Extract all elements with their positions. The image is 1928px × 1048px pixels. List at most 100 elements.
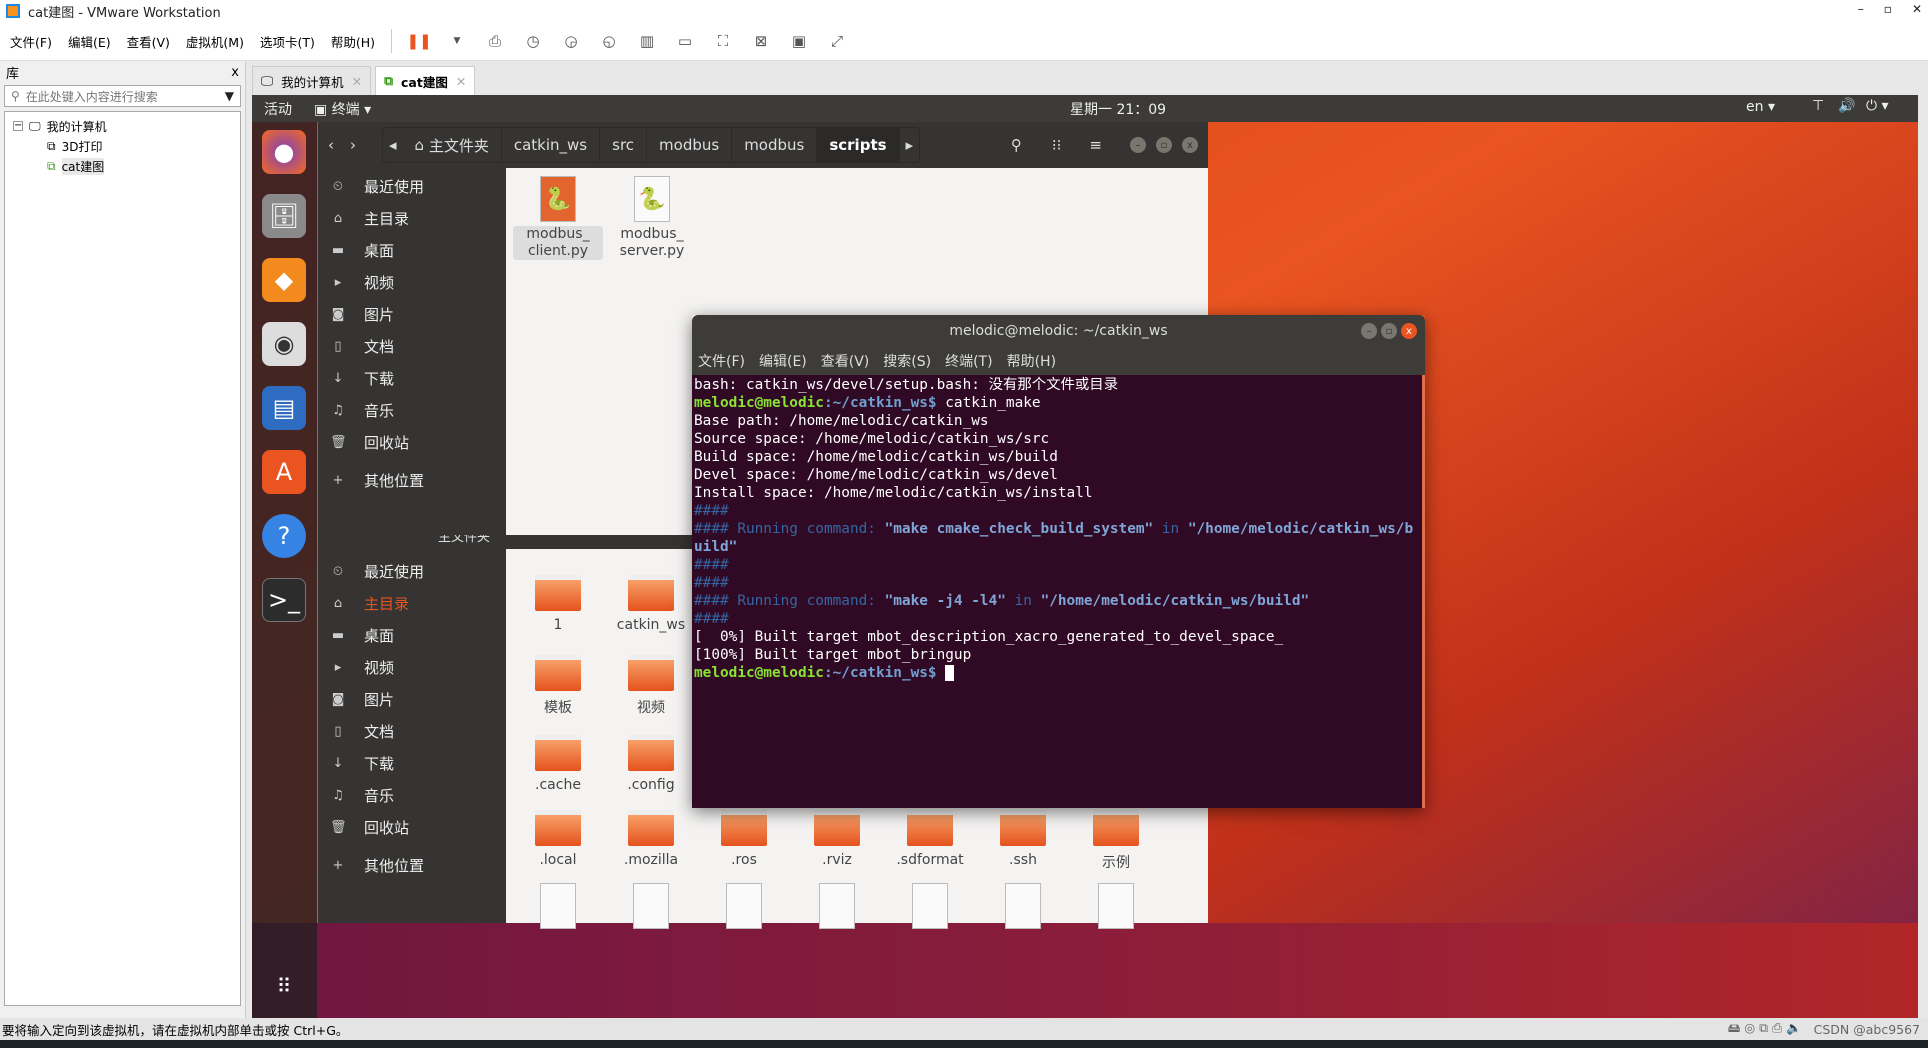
device-icons[interactable]: 🖴 ◎ ⧉ ⎙ 🔈 bbox=[1728, 1019, 1802, 1040]
file-item[interactable] bbox=[885, 883, 975, 929]
firefox-icon[interactable]: ● bbox=[262, 130, 306, 174]
sidebar-item-documents[interactable]: ▯ 文档 bbox=[318, 715, 506, 747]
sidebar-item-videos[interactable]: ▸ 视频 bbox=[318, 651, 506, 683]
sidebar-item-documents[interactable]: ▯ 文档 bbox=[318, 330, 506, 362]
tree-item-3d-print[interactable]: ⧉ 3D打印 bbox=[13, 136, 232, 156]
file-item[interactable] bbox=[1071, 883, 1161, 929]
clock[interactable]: 星期一 21：09 bbox=[1070, 99, 1166, 119]
search-button[interactable]: ⚲ bbox=[1011, 136, 1022, 154]
minimize-button[interactable]: – bbox=[1858, 2, 1864, 16]
file-item[interactable] bbox=[606, 883, 696, 929]
snapshot-icon[interactable]: ◷ bbox=[522, 30, 544, 52]
activities-button[interactable]: 活动 bbox=[264, 99, 292, 119]
folder-item[interactable]: 视频 bbox=[606, 655, 696, 717]
folder-item[interactable]: .mozilla bbox=[606, 810, 696, 868]
menu-view[interactable]: 查看(V) bbox=[127, 32, 170, 51]
menu-button[interactable]: ≡ bbox=[1089, 136, 1102, 154]
help-icon[interactable]: ? bbox=[262, 514, 306, 558]
file-item[interactable]: 🐍 modbus_ client.py bbox=[513, 176, 603, 260]
sidebar-item-music[interactable]: ♫ 音乐 bbox=[318, 779, 506, 811]
maximize-button[interactable]: ▫ bbox=[1884, 2, 1892, 16]
language-menu[interactable]: en ▾ bbox=[1746, 99, 1775, 115]
file-item[interactable] bbox=[978, 883, 1068, 929]
breadcrumb-item[interactable]: modbus bbox=[732, 128, 818, 162]
folder-item[interactable]: .ssh bbox=[978, 810, 1068, 868]
menu-tabs[interactable]: 选项卡(T) bbox=[260, 32, 315, 51]
terminal-output[interactable]: bash: catkin_ws/devel/setup.bash: 没有那个文件… bbox=[692, 375, 1425, 808]
sidebar-item-other-locations[interactable]: + 其他位置 bbox=[318, 849, 506, 881]
sidebar-item-home[interactable]: ⌂ 主目录 bbox=[318, 587, 506, 619]
maximize-button[interactable]: ▫ bbox=[1156, 137, 1172, 153]
tab-cat-map[interactable]: ⧉ cat建图 ✕ bbox=[375, 66, 476, 95]
close-button[interactable]: ✕ bbox=[1912, 2, 1922, 16]
installer-icon[interactable]: ◆ bbox=[262, 258, 306, 302]
folder-item[interactable]: .ros bbox=[699, 810, 789, 868]
breadcrumb-item[interactable]: src bbox=[600, 128, 648, 162]
view-toggle-button[interactable]: ⁝⁝ bbox=[1052, 136, 1062, 154]
tab-my-computer[interactable]: 🖵 我的计算机 ✕ bbox=[252, 66, 372, 95]
folder-item[interactable]: .sdformat bbox=[885, 810, 975, 868]
file-item[interactable] bbox=[699, 883, 789, 929]
menu-vm[interactable]: 虚拟机(M) bbox=[186, 32, 244, 51]
libreoffice-writer-icon[interactable]: ▤ bbox=[262, 386, 306, 430]
folder-item[interactable]: .local bbox=[513, 810, 603, 868]
sidebar-item-music[interactable]: ♫ 音乐 bbox=[318, 394, 506, 426]
menu-edit[interactable]: 编辑(E) bbox=[68, 32, 111, 51]
show-library-icon[interactable]: ▥ bbox=[636, 30, 658, 52]
sidebar-item-desktop[interactable]: ▬ 桌面 bbox=[318, 234, 506, 266]
files-icon[interactable]: 🗄 bbox=[262, 194, 306, 238]
menu-file[interactable]: 文件(F) bbox=[698, 351, 745, 371]
sidebar-item-pictures[interactable]: ◙ 图片 bbox=[318, 683, 506, 715]
sidebar-item-recent[interactable]: ⏲ 最近使用 bbox=[318, 170, 506, 202]
sidebar-item-downloads[interactable]: ↓ 下载 bbox=[318, 362, 506, 394]
chevron-down-icon[interactable]: ▼ bbox=[225, 89, 234, 103]
sidebar-item-trash[interactable]: 🗑 回收站 bbox=[318, 811, 506, 843]
software-center-icon[interactable]: A bbox=[262, 450, 306, 494]
folder-item[interactable]: .config bbox=[606, 735, 696, 793]
menu-help[interactable]: 帮助(H) bbox=[1007, 351, 1056, 371]
back-button[interactable]: ‹ bbox=[328, 136, 334, 154]
folder-item[interactable]: .rviz bbox=[792, 810, 882, 868]
revert-snapshot-icon[interactable]: ◶ bbox=[560, 30, 582, 52]
minimize-button[interactable]: – bbox=[1130, 137, 1146, 153]
console-view-icon[interactable]: ▣ bbox=[788, 30, 810, 52]
send-ctrl-alt-del-icon[interactable]: ⎙ bbox=[484, 30, 506, 52]
close-button[interactable]: x bbox=[1182, 137, 1198, 153]
folder-item[interactable]: 1 bbox=[513, 575, 603, 633]
sidebar-item-other-locations[interactable]: + 其他位置 bbox=[318, 464, 506, 496]
power-icon[interactable]: ⏻ ▾ bbox=[1866, 98, 1889, 114]
menu-edit[interactable]: 编辑(E) bbox=[759, 351, 807, 371]
breadcrumb-item[interactable]: scripts bbox=[817, 128, 900, 162]
menu-terminal[interactable]: 终端(T) bbox=[945, 351, 992, 371]
tree-item-my-computer[interactable]: − 🖵 我的计算机 bbox=[13, 116, 232, 136]
snapshot-manager-icon[interactable]: ◵ bbox=[598, 30, 620, 52]
close-button[interactable]: x bbox=[1401, 323, 1417, 339]
breadcrumb-item[interactable]: ⌂ 主文件夹 bbox=[403, 128, 502, 162]
file-item[interactable] bbox=[513, 883, 603, 929]
library-search-input[interactable]: ⚲ 在此处键入内容进行搜索 ▼ bbox=[4, 85, 241, 107]
folder-item[interactable]: catkin_ws bbox=[606, 575, 696, 633]
thumbnail-bar-icon[interactable]: ▭ bbox=[674, 30, 696, 52]
unity-icon[interactable]: ⊠ bbox=[750, 30, 772, 52]
library-close-button[interactable]: x bbox=[231, 65, 239, 80]
forward-button[interactable]: › bbox=[350, 136, 356, 154]
sidebar-item-home[interactable]: ⌂ 主目录 bbox=[318, 202, 506, 234]
breadcrumb-home[interactable]: 主文件夹 bbox=[438, 535, 490, 545]
file-item[interactable]: 🐍 modbus_ server.py bbox=[607, 176, 697, 260]
fullscreen-icon[interactable]: ⛶ bbox=[712, 30, 734, 52]
menu-view[interactable]: 查看(V) bbox=[821, 351, 870, 371]
sidebar-item-trash[interactable]: 🗑 回收站 bbox=[318, 426, 506, 458]
sidebar-item-recent[interactable]: ⏲ 最近使用 bbox=[318, 555, 506, 587]
folder-item[interactable]: .cache bbox=[513, 735, 603, 793]
tab-close-icon[interactable]: ✕ bbox=[352, 74, 362, 89]
breadcrumb-left-arrow[interactable]: ◂ bbox=[383, 136, 403, 154]
sidebar-item-downloads[interactable]: ↓ 下载 bbox=[318, 747, 506, 779]
sidebar-item-videos[interactable]: ▸ 视频 bbox=[318, 266, 506, 298]
folder-item[interactable]: 示例 bbox=[1071, 810, 1161, 872]
file-item[interactable] bbox=[792, 883, 882, 929]
stretch-icon[interactable]: ⤢ bbox=[826, 30, 848, 52]
menu-file[interactable]: 文件(F) bbox=[10, 32, 52, 51]
breadcrumb-right-arrow[interactable]: ▸ bbox=[900, 136, 920, 154]
sidebar-item-pictures[interactable]: ◙ 图片 bbox=[318, 298, 506, 330]
volume-icon[interactable]: 🔊 bbox=[1838, 98, 1855, 114]
